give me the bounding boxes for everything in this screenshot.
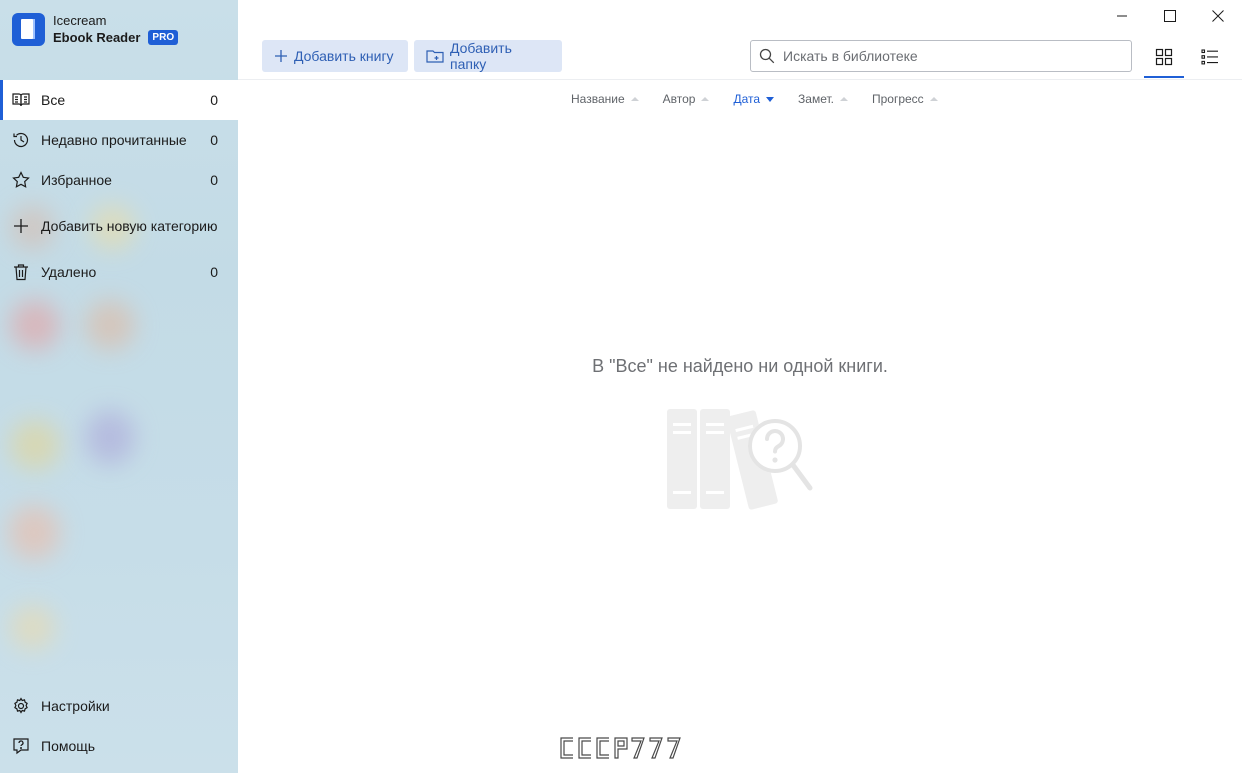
minimize-icon bbox=[1117, 15, 1127, 17]
background-blur bbox=[10, 420, 60, 470]
sidebar-item-count: 0 bbox=[210, 132, 218, 148]
add-folder-button[interactable]: Добавить папку bbox=[414, 40, 562, 72]
app-logo-icon bbox=[12, 12, 45, 46]
sort-label: Дата bbox=[733, 92, 761, 106]
sidebar-item-label: Настройки bbox=[41, 698, 110, 714]
sidebar-item-add-category[interactable]: Добавить новую категорию bbox=[0, 200, 238, 252]
sidebar-item-settings[interactable]: Настройки bbox=[0, 686, 238, 726]
sidebar-item-recent[interactable]: Недавно прочитанные 0 bbox=[0, 120, 238, 160]
sort-arrow-icon bbox=[929, 97, 938, 101]
minimize-button[interactable] bbox=[1098, 0, 1146, 32]
sidebar-item-label: Удалено bbox=[41, 264, 97, 280]
maximize-button[interactable] bbox=[1146, 0, 1194, 32]
sidebar-item-help[interactable]: Помощь bbox=[0, 726, 238, 766]
library-search bbox=[750, 40, 1132, 72]
list-view-button[interactable] bbox=[1190, 36, 1230, 78]
book-open-icon bbox=[12, 91, 30, 109]
sidebar-item-deleted[interactable]: Удалено 0 bbox=[0, 252, 238, 292]
list-view-icon bbox=[1201, 49, 1218, 65]
grid-view-button[interactable] bbox=[1144, 36, 1184, 78]
pro-badge: PRO bbox=[148, 30, 179, 45]
trash-icon bbox=[12, 263, 30, 281]
empty-state-message: В "Все" не найдено ни одной книги. bbox=[592, 356, 888, 376]
sidebar-item-all[interactable]: Все 0 bbox=[0, 80, 238, 120]
add-book-button[interactable]: Добавить книгу bbox=[262, 40, 408, 72]
search-input[interactable] bbox=[783, 48, 1123, 64]
brand-product: Ebook Reader bbox=[53, 30, 141, 45]
sort-bar: Название Автор Дата Замет. Прогресс bbox=[571, 92, 962, 106]
folder-plus-icon bbox=[426, 48, 444, 64]
close-button[interactable] bbox=[1194, 0, 1242, 32]
sidebar-item-count: 0 bbox=[210, 92, 218, 108]
help-icon bbox=[12, 737, 30, 755]
add-folder-label: Добавить папку bbox=[450, 40, 512, 72]
sidebar-item-label: Все bbox=[41, 92, 66, 108]
gear-icon bbox=[12, 697, 30, 715]
sort-arrow-icon bbox=[630, 97, 639, 101]
sort-arrow-icon bbox=[701, 97, 710, 101]
sort-arrow-icon bbox=[766, 96, 775, 102]
empty-library-icon bbox=[664, 404, 816, 517]
sidebar: Icecream Ebook Reader PRO Все 0 Недавно … bbox=[0, 0, 238, 773]
background-blur bbox=[10, 605, 55, 650]
sort-date[interactable]: Дата bbox=[733, 92, 775, 106]
grid-view-icon bbox=[1155, 48, 1173, 66]
sort-label: Название bbox=[571, 92, 625, 106]
background-blur bbox=[8, 505, 60, 560]
add-book-label: Добавить книгу bbox=[294, 48, 394, 64]
sidebar-item-label: Избранное bbox=[41, 172, 112, 188]
sort-author[interactable]: Автор bbox=[663, 92, 710, 106]
toolbar-divider bbox=[238, 79, 1242, 80]
maximize-icon bbox=[1164, 10, 1176, 22]
background-blur bbox=[10, 300, 60, 350]
sidebar-item-favorites[interactable]: Избранное 0 bbox=[0, 160, 238, 200]
search-icon bbox=[759, 48, 775, 64]
sidebar-item-label: Добавить новую категорию bbox=[41, 218, 218, 234]
sort-title[interactable]: Название bbox=[571, 92, 639, 106]
close-icon bbox=[1212, 10, 1224, 22]
sort-notes[interactable]: Замет. bbox=[798, 92, 848, 106]
sort-arrow-icon bbox=[839, 97, 848, 101]
history-icon bbox=[12, 131, 30, 149]
watermark-icon bbox=[560, 737, 681, 759]
sidebar-item-count: 0 bbox=[210, 264, 218, 280]
background-blur bbox=[85, 300, 135, 350]
plus-icon bbox=[274, 49, 288, 63]
sidebar-item-label: Недавно прочитанные bbox=[41, 132, 187, 148]
sidebar-item-count: 0 bbox=[210, 172, 218, 188]
sort-label: Автор bbox=[662, 92, 696, 106]
sort-label: Замет. bbox=[798, 92, 834, 106]
window-controls bbox=[1098, 0, 1242, 32]
app-brand: Icecream Ebook Reader PRO bbox=[12, 12, 179, 46]
sidebar-item-label: Помощь bbox=[41, 738, 96, 754]
brand-name: Icecream bbox=[53, 13, 107, 28]
sort-progress[interactable]: Прогресс bbox=[872, 92, 938, 106]
star-icon bbox=[12, 171, 30, 189]
sidebar-nav: Все 0 Недавно прочитанные 0 Избранное 0 … bbox=[0, 80, 238, 292]
sort-label: Прогресс bbox=[871, 92, 924, 106]
sidebar-bottom-nav: Настройки Помощь bbox=[0, 686, 238, 766]
watermark-logo bbox=[558, 736, 684, 765]
plus-icon bbox=[12, 217, 30, 235]
background-blur bbox=[85, 410, 135, 465]
